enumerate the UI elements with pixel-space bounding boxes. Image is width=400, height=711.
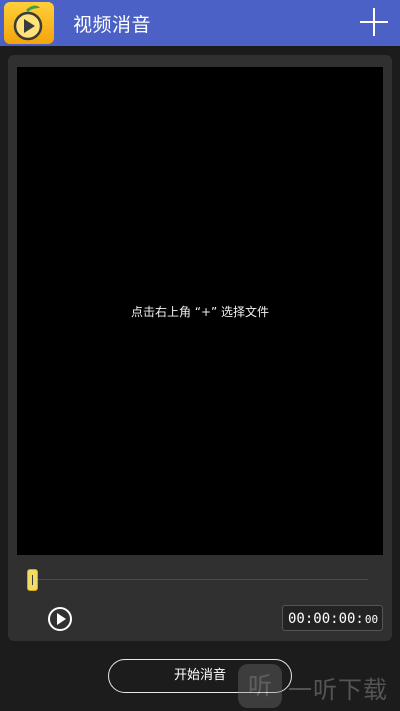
plus-icon[interactable] xyxy=(360,8,388,36)
mango-play-logo-icon xyxy=(4,2,54,44)
time-display: 00:00:00:00 xyxy=(282,605,383,631)
player-card: 点击右上角 “+” 选择文件 00:00:00:00 xyxy=(8,55,392,641)
timeline-handle[interactable] xyxy=(27,569,38,591)
select-file-hint: 点击右上角 “+” 选择文件 xyxy=(130,305,270,319)
video-preview[interactable]: 点击右上角 “+” 选择文件 xyxy=(17,67,383,555)
time-main: 00:00:00: xyxy=(288,611,364,627)
watermark: 听 一听下载 xyxy=(238,664,398,708)
play-icon[interactable] xyxy=(48,607,72,631)
timeline-track[interactable] xyxy=(28,579,368,580)
time-frames: 00 xyxy=(364,613,379,626)
app-bar: 视频消音 xyxy=(0,0,400,46)
page-title: 视频消音 xyxy=(73,14,152,36)
watermark-logo-icon: 听 xyxy=(238,664,282,708)
watermark-text: 一听下载 xyxy=(288,676,388,704)
